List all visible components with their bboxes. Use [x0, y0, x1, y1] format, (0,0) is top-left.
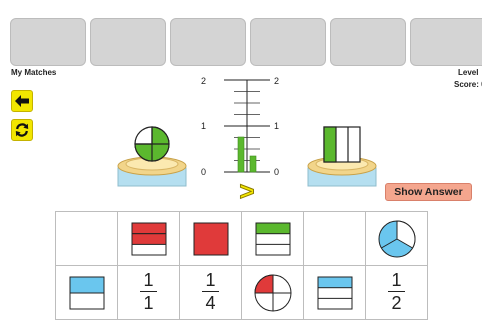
card-empty [55, 211, 118, 266]
fraction-one-half: 12 [388, 271, 405, 312]
right-plate[interactable] [306, 120, 378, 190]
score-label: Score: 0 [454, 80, 482, 89]
blue-bar-third [317, 276, 352, 309]
fraction-one-whole: 11 [140, 271, 157, 312]
match-slot[interactable] [410, 18, 482, 66]
refresh-button[interactable] [11, 119, 33, 141]
match-slot[interactable] [10, 18, 86, 66]
my-matches-label: My Matches [11, 68, 57, 77]
card[interactable] [117, 211, 180, 266]
left-value-bar [237, 136, 245, 173]
blue-circle-third [378, 219, 415, 257]
level-label: Level [458, 68, 479, 77]
match-slot[interactable] [90, 18, 166, 66]
card-grid: 11 14 12 [55, 211, 428, 320]
right-fraction-bar [323, 126, 361, 163]
tick-label-left: 0 [201, 167, 207, 177]
fraction-one-fourth: 14 [202, 271, 219, 312]
card[interactable] [303, 265, 366, 320]
back-button[interactable] [11, 90, 33, 112]
card[interactable] [55, 265, 118, 320]
blue-bar-half [69, 276, 104, 309]
red-circle-quarter [253, 273, 291, 311]
card[interactable]: 12 [365, 265, 428, 320]
tick-label-left: 1 [201, 121, 207, 131]
tick-label-right: 2 [274, 76, 280, 86]
card[interactable] [241, 211, 304, 266]
red-bar-third [131, 222, 166, 255]
green-bar-third [255, 222, 290, 255]
right-value-bar [249, 155, 257, 173]
card[interactable]: 14 [179, 265, 242, 320]
match-slot[interactable] [330, 18, 406, 66]
greater-than-operator: > [239, 178, 255, 204]
tick-label-right: 0 [274, 167, 280, 177]
left-fraction-circle [134, 126, 170, 162]
red-square-whole [193, 222, 228, 255]
tick-label-right: 1 [274, 121, 280, 131]
card[interactable] [365, 211, 428, 266]
card[interactable] [179, 211, 242, 266]
card-empty [303, 211, 366, 266]
match-slot[interactable] [250, 18, 326, 66]
left-plate[interactable] [116, 120, 188, 190]
show-answer-button[interactable]: Show Answer [385, 183, 472, 201]
refresh-icon [15, 123, 29, 137]
number-line [224, 79, 270, 173]
card[interactable]: 11 [117, 265, 180, 320]
left-arrow-icon [15, 95, 29, 107]
svg-text:>: > [239, 178, 254, 204]
card[interactable] [241, 265, 304, 320]
tick-label-left: 2 [201, 76, 207, 86]
match-slot[interactable] [170, 18, 246, 66]
